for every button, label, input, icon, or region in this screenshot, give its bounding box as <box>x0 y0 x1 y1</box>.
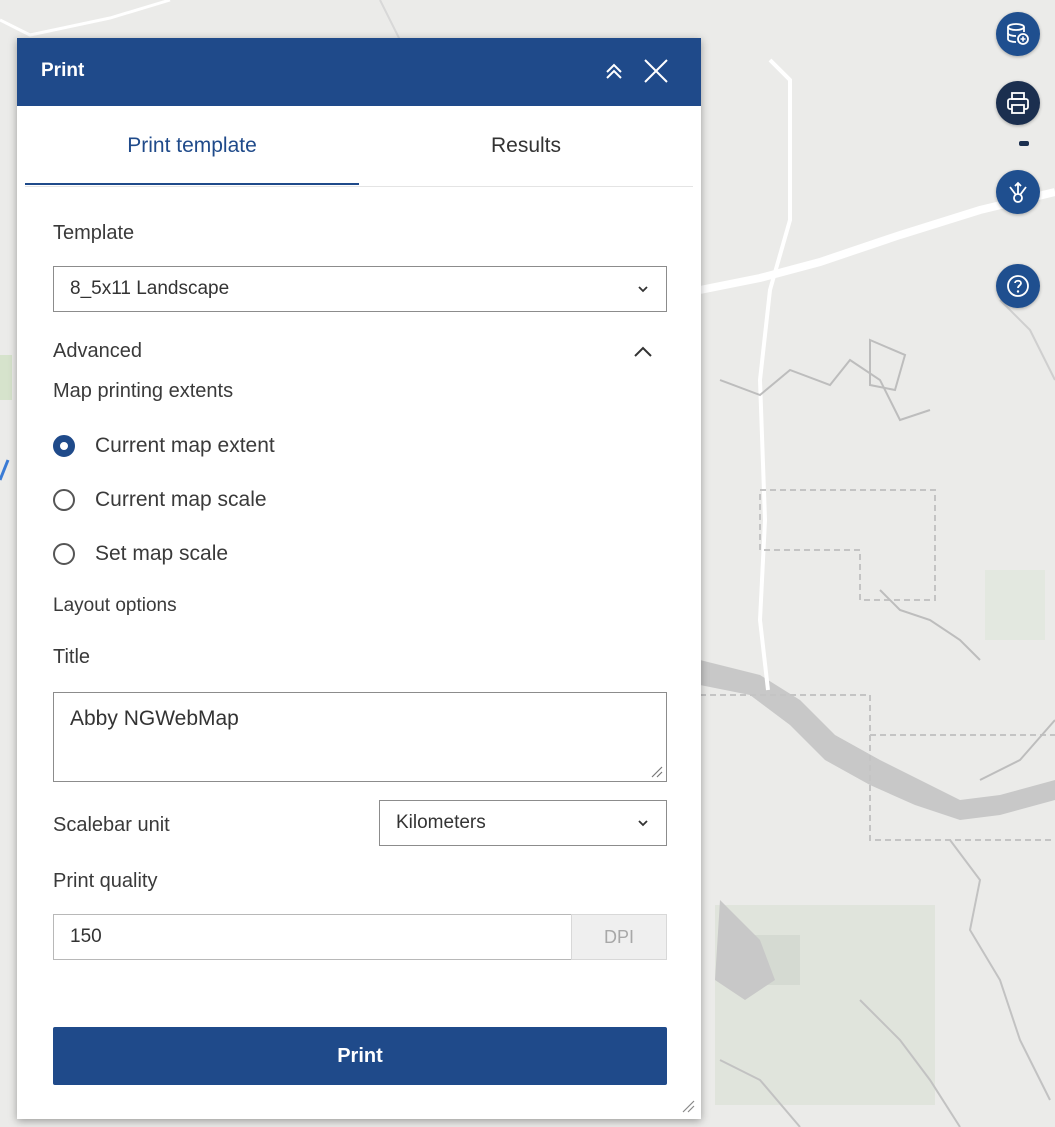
template-label: Template <box>53 222 135 244</box>
share-icon <box>1009 181 1027 203</box>
tab-print-template[interactable]: Print template <box>25 106 359 186</box>
chevron-down-icon <box>638 820 648 827</box>
radio-button[interactable] <box>53 489 75 511</box>
tab-bar: Print template Results <box>25 106 693 187</box>
radio-label: Set map scale <box>95 542 229 565</box>
print-button[interactable]: Print <box>53 1027 667 1085</box>
share-button[interactable] <box>996 170 1040 214</box>
radio-button-checked[interactable] <box>53 435 75 457</box>
title-input-value: Abby NGWebMap <box>70 707 239 730</box>
print-panel: Print Print template Results Template 8_… <box>17 38 701 1119</box>
close-icon[interactable] <box>641 56 671 86</box>
panel-header: Print <box>17 38 701 106</box>
radio-current-map-scale[interactable]: Current map scale <box>53 484 267 516</box>
template-select[interactable]: 8_5x11 Landscape <box>53 266 667 312</box>
help-icon <box>1007 275 1029 297</box>
collapse-icon[interactable] <box>599 56 629 86</box>
title-label: Title <box>53 646 91 668</box>
scalebar-unit-label: Scalebar unit <box>53 814 170 836</box>
tab-results[interactable]: Results <box>359 106 693 186</box>
radio-button[interactable] <box>53 543 75 565</box>
print-quality-input[interactable]: 150 <box>53 914 571 960</box>
print-tool-button[interactable] <box>996 81 1040 125</box>
print-icon <box>1007 92 1029 114</box>
panel-resize-icon[interactable] <box>679 1097 695 1113</box>
radio-set-map-scale[interactable]: Set map scale <box>53 538 228 570</box>
resize-grip-icon[interactable] <box>649 764 663 778</box>
chevron-down-icon <box>638 286 648 293</box>
advanced-label[interactable]: Advanced <box>53 340 142 363</box>
dpi-unit-label: DPI <box>571 914 667 960</box>
help-button[interactable] <box>996 264 1040 308</box>
add-data-button[interactable] <box>996 12 1040 56</box>
panel-title: Print <box>41 60 85 81</box>
template-select-value: 8_5x11 Landscape <box>70 278 230 299</box>
active-tool-indicator <box>1019 141 1029 146</box>
print-quality-label: Print quality <box>53 870 158 892</box>
title-input[interactable]: Abby NGWebMap <box>53 692 667 782</box>
scalebar-unit-select[interactable]: Kilometers <box>379 800 667 846</box>
layout-options-label: Layout options <box>53 595 177 616</box>
print-quality-value: 150 <box>70 926 102 947</box>
scalebar-unit-value: Kilometers <box>396 812 486 833</box>
chevron-up-icon[interactable] <box>631 340 655 364</box>
extents-label: Map printing extents <box>53 380 234 402</box>
add-data-icon <box>1007 23 1029 45</box>
radio-label: Current map scale <box>95 488 267 511</box>
radio-current-map-extent[interactable]: Current map extent <box>53 430 275 462</box>
radio-label: Current map extent <box>95 434 275 457</box>
active-tab-indicator <box>25 183 359 185</box>
